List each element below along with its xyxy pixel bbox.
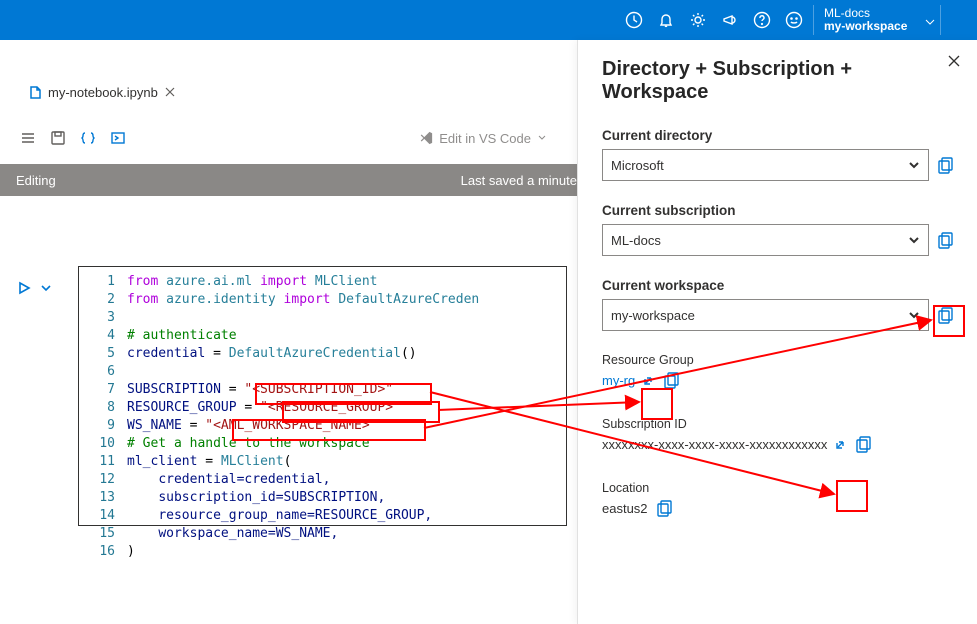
status-left: Editing [0, 173, 56, 188]
location-label: Location [602, 481, 955, 495]
directory-value: Microsoft [611, 158, 664, 173]
external-link-icon [835, 438, 847, 450]
menu-icon[interactable] [20, 130, 36, 146]
bell-icon[interactable] [657, 11, 675, 29]
edit-in-vscode-button[interactable]: Edit in VS Code [419, 131, 547, 146]
help-icon[interactable] [753, 11, 771, 29]
chevron-down-icon [908, 159, 920, 171]
code-content[interactable]: from azure.ai.ml import MLClient from az… [123, 267, 566, 561]
chevron-down-icon [537, 133, 547, 143]
notebook-body: 1 2 3 4 5 6 7 8 9 10 11 12 13 14 15 16 f… [0, 196, 577, 624]
line-num: 1 [79, 273, 115, 291]
file-tab[interactable]: my-notebook.ipynb [28, 78, 176, 106]
rg-link[interactable]: my-rg [602, 373, 635, 388]
location-value: eastus2 [602, 501, 648, 516]
workspace-panel: Directory + Subscription + Workspace Cur… [577, 40, 977, 624]
vscode-icon [419, 131, 433, 145]
notebook-file-icon [28, 85, 42, 99]
save-icon[interactable] [50, 130, 66, 146]
clock-icon[interactable] [625, 11, 643, 29]
panel-title: Directory + Subscription + Workspace [602, 58, 955, 104]
status-right: Last saved a minute [461, 173, 577, 188]
top-icons [625, 11, 803, 29]
workspace-value: my-workspace [611, 308, 695, 323]
line-num: 5 [79, 345, 115, 363]
chevron-down-icon [908, 309, 920, 321]
line-num: 12 [79, 471, 115, 489]
cell-run-bar [16, 273, 54, 303]
notebook-toolbar: Edit in VS Code [20, 120, 577, 156]
line-num: 6 [79, 363, 115, 381]
subscription-select[interactable]: ML-docs [602, 224, 929, 256]
directory-label: Current directory [602, 128, 955, 143]
chevron-down-icon [908, 234, 920, 246]
code-braces-icon[interactable] [80, 130, 96, 146]
line-num: 15 [79, 525, 115, 543]
subscription-label: Current subscription [602, 203, 955, 218]
external-link-icon [643, 374, 655, 386]
workspace-switch-workspace: my-workspace [824, 20, 934, 33]
workspace-select[interactable]: my-workspace [602, 299, 929, 331]
play-icon[interactable] [16, 280, 32, 296]
line-num: 10 [79, 435, 115, 453]
gear-icon[interactable] [689, 11, 707, 29]
status-bar: Editing Last saved a minute [0, 164, 577, 196]
edit-vscode-label: Edit in VS Code [439, 131, 531, 146]
copy-rg-button[interactable] [663, 371, 681, 389]
subscription-value: ML-docs [611, 233, 661, 248]
output-icon[interactable] [110, 130, 126, 146]
subid-value: xxxxxxxx-xxxx-xxxx-xxxx-xxxxxxxxxxxx [602, 437, 827, 452]
line-num: 16 [79, 543, 115, 561]
copy-subid-button[interactable] [855, 435, 873, 453]
copy-location-button[interactable] [656, 499, 674, 517]
rg-label: Resource Group [602, 353, 955, 367]
line-num: 3 [79, 309, 115, 327]
close-panel-button[interactable] [947, 54, 961, 68]
subid-label: Subscription ID [602, 417, 955, 431]
smile-icon[interactable] [785, 11, 803, 29]
top-bar: ML-docs my-workspace [0, 0, 977, 40]
copy-workspace-button[interactable] [937, 306, 955, 324]
line-num: 4 [79, 327, 115, 345]
megaphone-icon[interactable] [721, 11, 739, 29]
line-num: 11 [79, 453, 115, 471]
line-gutter: 1 2 3 4 5 6 7 8 9 10 11 12 13 14 15 16 [79, 267, 123, 525]
copy-subscription-button[interactable] [937, 231, 955, 249]
line-num: 8 [79, 399, 115, 417]
chevron-down-icon[interactable] [38, 280, 54, 296]
close-tab-icon[interactable] [164, 86, 176, 98]
code-cell[interactable]: 1 2 3 4 5 6 7 8 9 10 11 12 13 14 15 16 f… [78, 266, 567, 526]
workspace-switcher[interactable]: ML-docs my-workspace [813, 5, 941, 35]
chevron-down-icon [924, 16, 936, 28]
line-num: 13 [79, 489, 115, 507]
line-num: 14 [79, 507, 115, 525]
filename: my-notebook.ipynb [48, 85, 158, 100]
line-num: 9 [79, 417, 115, 435]
workspace-label: Current workspace [602, 278, 955, 293]
copy-directory-button[interactable] [937, 156, 955, 174]
directory-select[interactable]: Microsoft [602, 149, 929, 181]
line-num: 2 [79, 291, 115, 309]
line-num: 7 [79, 381, 115, 399]
notebook-area: my-notebook.ipynb Edit in VS Code Editin… [0, 40, 577, 624]
